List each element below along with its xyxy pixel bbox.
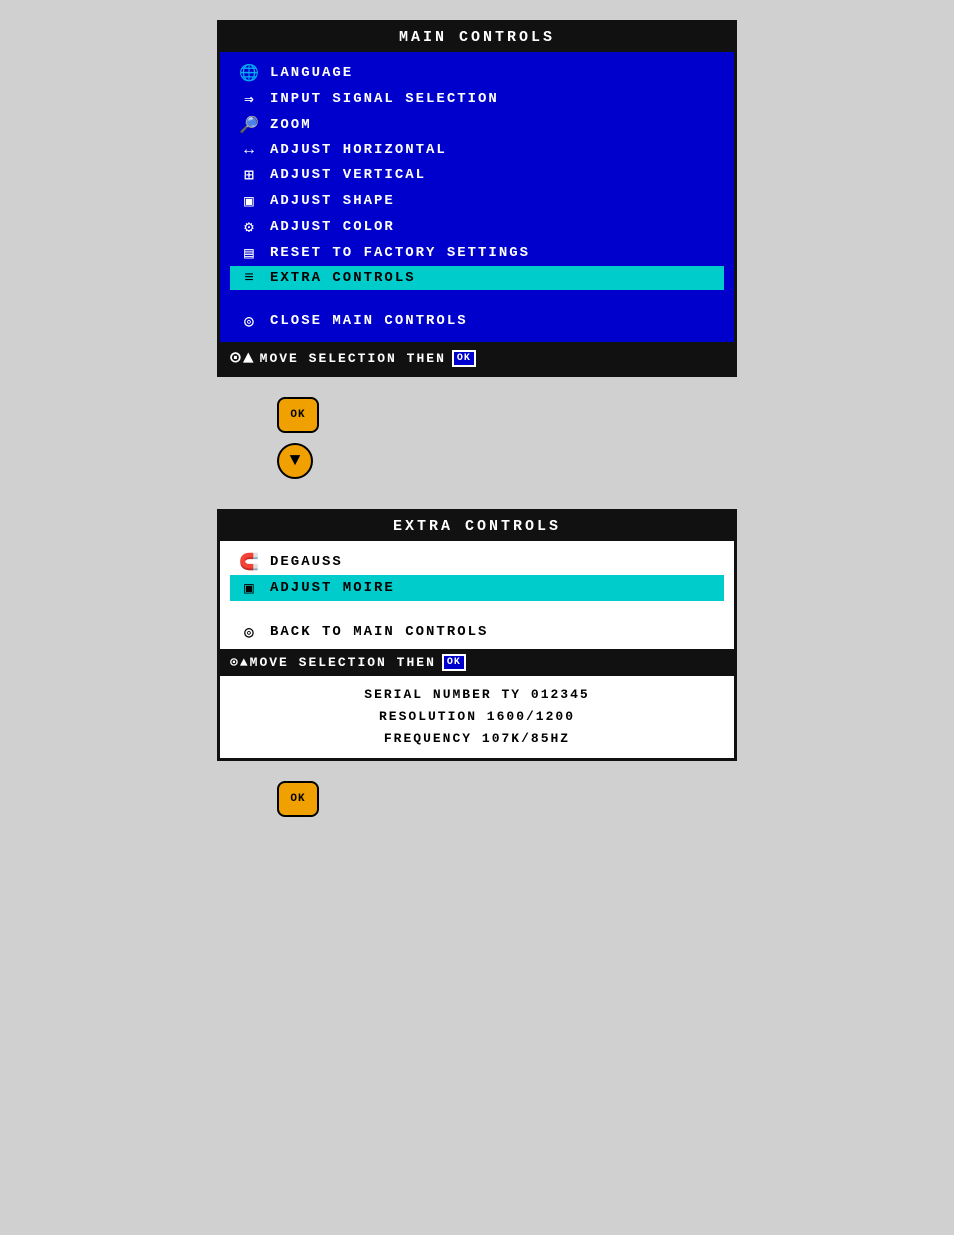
ok-float-button[interactable]: OK <box>277 397 319 433</box>
down-arrow-icon: ▼ <box>290 451 301 471</box>
float-icons-section: OK ▼ <box>217 397 737 489</box>
menu-item-extra-controls[interactable]: ≡ EXTRA CONTROLS <box>230 266 724 290</box>
input-signal-icon: ⇒ <box>234 89 266 109</box>
adjust-shape-label: ADJUST SHAPE <box>270 193 720 209</box>
input-signal-label: INPUT SIGNAL SELECTION <box>270 91 720 107</box>
adjust-color-label: ADJUST COLOR <box>270 219 720 235</box>
ok-float-label: OK <box>290 409 305 421</box>
bottom-ok-label: OK <box>290 793 305 805</box>
extra-controls-label: EXTRA CONTROLS <box>270 270 720 286</box>
extra-move-icon: ⊙▲ <box>230 655 250 670</box>
menu-item-adjust-horizontal[interactable]: ↔ ADJUST HORIZONTAL <box>230 138 724 162</box>
extra-close-section: ◎ BACK TO MAIN CONTROLS <box>220 615 734 649</box>
resolution: RESOLUTION 1600/1200 <box>230 706 724 728</box>
bottom-ok-button[interactable]: OK <box>277 781 319 817</box>
adjust-shape-icon: ▣ <box>234 191 266 211</box>
close-main-icon: ◎ <box>234 311 266 331</box>
main-bottom-bar: ⊙▲ MOVE SELECTION THEN OK <box>220 342 734 374</box>
menu-item-reset-factory[interactable]: ▤ RESET TO FACTORY SETTINGS <box>230 240 724 266</box>
menu-item-degauss[interactable]: 🧲 DEGAUSS <box>230 549 724 575</box>
adjust-vertical-label: ADJUST VERTICAL <box>270 167 720 183</box>
extra-controls-title: EXTRA CONTROLS <box>220 512 734 541</box>
bottom-ok-float: OK <box>217 781 737 827</box>
menu-item-adjust-shape[interactable]: ▣ ADJUST SHAPE <box>230 188 724 214</box>
menu-item-adjust-moire[interactable]: ▣ ADJUST MOIRE <box>230 575 724 601</box>
reset-factory-icon: ▤ <box>234 243 266 263</box>
serial-number: SERIAL NUMBER TY 012345 <box>230 684 724 706</box>
main-menu-list: 🌐 LANGUAGE ⇒ INPUT SIGNAL SELECTION 🔎 ZO… <box>220 52 734 298</box>
adjust-moire-icon: ▣ <box>234 578 266 598</box>
main-close-section: ◎ CLOSE MAIN CONTROLS <box>220 304 734 342</box>
back-to-main-icon: ◎ <box>234 622 266 642</box>
adjust-horizontal-icon: ↔ <box>234 141 266 159</box>
language-icon: 🌐 <box>234 63 266 83</box>
main-controls-panel: MAIN CONTROLS 🌐 LANGUAGE ⇒ INPUT SIGNAL … <box>217 20 737 377</box>
close-main-controls-button[interactable]: ◎ CLOSE MAIN CONTROLS <box>230 308 724 334</box>
menu-item-language[interactable]: 🌐 LANGUAGE <box>230 60 724 86</box>
degauss-label: DEGAUSS <box>270 554 343 570</box>
close-main-label: CLOSE MAIN CONTROLS <box>270 313 468 329</box>
frequency: FREQUENCY 107K/85HZ <box>230 728 724 750</box>
language-label: LANGUAGE <box>270 65 720 81</box>
extra-menu-list: 🧲 DEGAUSS ▣ ADJUST MOIRE <box>220 541 734 609</box>
menu-item-adjust-color[interactable]: ⚙ ADJUST COLOR <box>230 214 724 240</box>
extra-bottom-text: MOVE SELECTION THEN <box>250 655 436 670</box>
back-to-main-label: BACK TO MAIN CONTROLS <box>270 624 488 640</box>
adjust-color-icon: ⚙ <box>234 217 266 237</box>
reset-factory-label: RESET TO FACTORY SETTINGS <box>270 245 720 261</box>
main-ok-badge: OK <box>452 350 476 367</box>
adjust-horizontal-label: ADJUST HORIZONTAL <box>270 142 720 158</box>
main-bottom-text: MOVE SELECTION THEN <box>260 351 446 366</box>
menu-item-input-signal[interactable]: ⇒ INPUT SIGNAL SELECTION <box>230 86 724 112</box>
move-selection-icon: ⊙▲ <box>230 347 256 369</box>
zoom-icon: 🔎 <box>234 115 266 135</box>
back-to-main-button[interactable]: ◎ BACK TO MAIN CONTROLS <box>230 619 724 645</box>
extra-ok-badge: OK <box>442 654 466 671</box>
zoom-label: ZOOM <box>270 117 720 133</box>
extra-bottom-bar: ⊙▲ MOVE SELECTION THEN OK <box>220 649 734 676</box>
main-controls-title: MAIN CONTROLS <box>220 23 734 52</box>
menu-item-zoom[interactable]: 🔎 ZOOM <box>230 112 724 138</box>
extra-controls-panel: EXTRA CONTROLS 🧲 DEGAUSS ▣ ADJUST MOIRE … <box>217 509 737 761</box>
adjust-moire-label: ADJUST MOIRE <box>270 580 395 596</box>
degauss-icon: 🧲 <box>234 552 266 572</box>
extra-controls-icon: ≡ <box>234 269 266 287</box>
serial-info-section: SERIAL NUMBER TY 012345 RESOLUTION 1600/… <box>220 676 734 758</box>
down-arrow-button[interactable]: ▼ <box>277 443 313 479</box>
adjust-vertical-icon: ⊞ <box>234 165 266 185</box>
menu-item-adjust-vertical[interactable]: ⊞ ADJUST VERTICAL <box>230 162 724 188</box>
